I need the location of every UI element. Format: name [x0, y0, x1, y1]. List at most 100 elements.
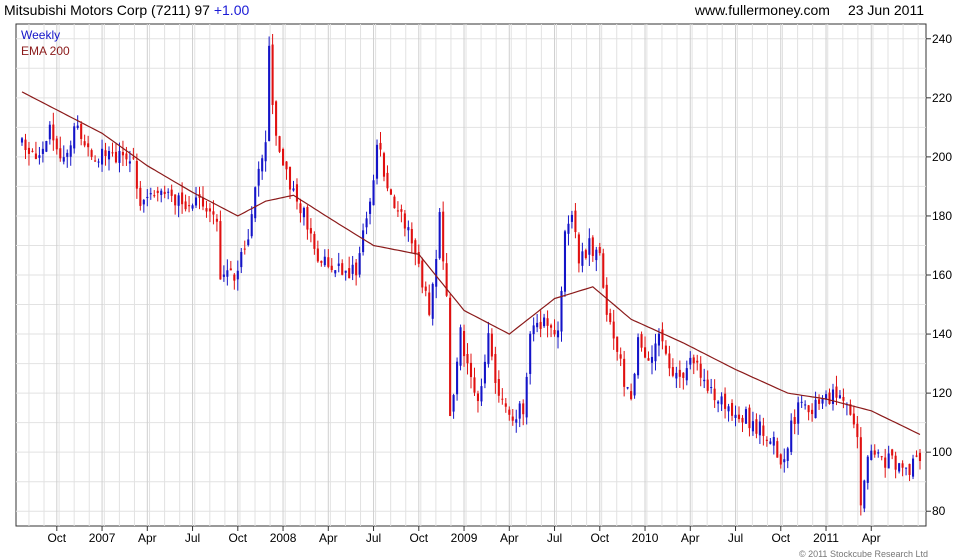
candle-body [769, 441, 772, 444]
candle-body [247, 239, 250, 246]
candle-body [550, 325, 553, 328]
candle-body [807, 405, 810, 413]
candle-body [212, 211, 215, 215]
x-tick-label: Oct [409, 531, 428, 545]
candle-body [546, 318, 549, 326]
candle-body [556, 330, 560, 338]
candle-body [80, 123, 83, 139]
candle-body [497, 378, 500, 396]
candle-body [828, 392, 831, 404]
candle-body [905, 467, 908, 469]
candle-body [348, 268, 351, 279]
candle-body [177, 195, 180, 206]
x-tick-label: Apr [681, 531, 700, 545]
candle-body [73, 126, 76, 149]
candle-body [104, 150, 107, 157]
candle-body [410, 228, 413, 244]
candle-body [678, 369, 681, 377]
candle-body [59, 148, 62, 159]
candle-body [915, 455, 918, 457]
candle-body [327, 257, 330, 267]
candle-body [685, 368, 688, 381]
candle-body [814, 399, 817, 419]
candle-body [515, 419, 518, 423]
candle-body [720, 396, 723, 405]
candle-body [762, 425, 765, 436]
x-tick-label: 2009 [451, 531, 478, 545]
candle-body [501, 398, 504, 400]
candle-body [532, 325, 535, 335]
candle-body [800, 401, 803, 403]
candle-body [744, 409, 748, 424]
y-tick-label: 160 [932, 268, 952, 282]
candle-body [407, 227, 410, 231]
candle-body [755, 419, 758, 434]
candle-body [699, 363, 702, 378]
candle-body [45, 141, 48, 152]
candle-body [111, 152, 114, 154]
candle-body [146, 196, 149, 199]
candle-body [591, 237, 594, 256]
candle-body [369, 201, 372, 214]
candle-body [643, 347, 647, 358]
x-tick-label: 2008 [270, 531, 297, 545]
x-tick-label: Apr [500, 531, 519, 545]
candle-body [351, 264, 354, 274]
candle-body [783, 459, 786, 463]
candle-body [205, 208, 208, 212]
candle-body [393, 196, 396, 209]
candle-body [424, 286, 427, 291]
candle-body [271, 44, 274, 105]
candle-body [525, 376, 528, 418]
candle-body [831, 389, 835, 404]
candle-body [570, 214, 573, 222]
candle-body [316, 248, 319, 262]
y-tick-label: 220 [932, 91, 952, 105]
candle-body [626, 387, 629, 389]
candle-body [633, 373, 636, 396]
candle-body [772, 437, 775, 446]
candle-body [194, 197, 198, 206]
candle-body [38, 155, 41, 158]
candle-body [334, 270, 337, 274]
candle-body [741, 417, 744, 423]
candle-body [567, 223, 570, 234]
candle-body [689, 357, 692, 365]
x-tick-label: 2007 [89, 531, 116, 545]
candle-body [647, 358, 650, 361]
y-tick-label: 200 [932, 150, 952, 164]
candle-body [149, 193, 152, 195]
candle-body [880, 456, 883, 458]
candle-body [866, 456, 869, 483]
candle-body [619, 354, 622, 359]
candle-body [553, 329, 556, 335]
candle-body [69, 145, 72, 157]
candle-body [114, 151, 118, 163]
candle-body [543, 317, 546, 327]
candle-body [389, 189, 392, 195]
candle-body [804, 404, 807, 406]
candle-body [375, 144, 379, 179]
candle-body [581, 251, 584, 266]
candle-body [640, 334, 643, 348]
candle-body [132, 157, 135, 159]
candle-body [302, 207, 305, 218]
y-axis: 80 100 120 140 160 180 200 220 240 [926, 32, 952, 518]
candle-body [469, 362, 473, 378]
candle-body [717, 401, 720, 404]
candle-body [442, 211, 445, 262]
candle-body [181, 192, 184, 205]
candle-body [901, 463, 904, 468]
candle-body [668, 353, 671, 369]
candle-body [299, 203, 302, 214]
candle-body [386, 172, 389, 189]
candle-body [751, 421, 754, 432]
candle-body [191, 205, 194, 209]
candle-body [254, 187, 257, 219]
candle-body [184, 201, 187, 210]
y-tick-label: 120 [932, 386, 952, 400]
candle-body [863, 480, 866, 509]
candle-body [24, 139, 27, 150]
candle-body [90, 150, 93, 157]
candle-body [703, 379, 706, 382]
